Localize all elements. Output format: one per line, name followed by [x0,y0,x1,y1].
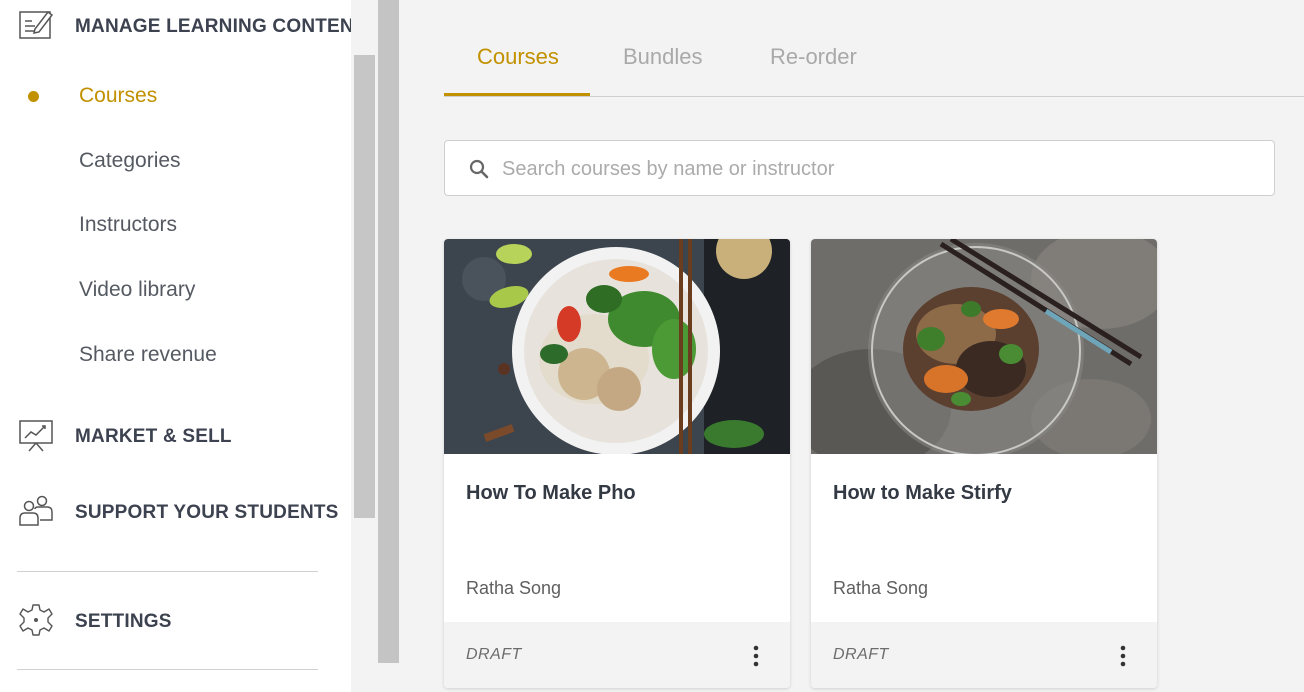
course-title[interactable]: How to Make Stirfy [833,482,1012,505]
sidebar: MANAGE LEARNING CONTENT Courses Categori… [0,0,365,692]
sidebar-item-share-revenue[interactable]: Share revenue [0,335,351,375]
sidebar-item-label: Categories [79,149,181,172]
sidebar-item-label: Instructors [79,213,178,236]
gear-icon [19,604,53,636]
section-label: SUPPORT YOUR STUDENTS [75,502,339,523]
section-manage-learning-content[interactable]: MANAGE LEARNING CONTENT [0,8,365,44]
course-card[interactable]: How To Make Pho Ratha Song DRAFT [444,239,790,688]
section-label: SETTINGS [75,611,172,632]
sidebar-divider [17,669,318,670]
content-divider [378,0,399,663]
sidebar-item-instructors[interactable]: Instructors [0,205,351,245]
pho-bowl-photo [444,239,790,454]
status-badge: DRAFT [466,646,522,663]
sidebar-item-categories[interactable]: Categories [0,141,351,181]
active-indicator-dot [28,91,39,102]
tab-courses[interactable]: Courses [477,44,559,70]
course-card[interactable]: How to Make Stirfy Ratha Song DRAFT [811,239,1157,688]
course-card-footer: DRAFT [811,622,1157,688]
section-label: MANAGE LEARNING CONTENT [75,16,366,37]
course-title[interactable]: How To Make Pho [466,482,636,505]
sidebar-item-label: Courses [79,84,158,107]
tabs-divider [444,96,1304,97]
presentation-chart-icon [19,420,53,452]
more-options-icon[interactable] [1109,642,1137,670]
sidebar-item-video-library[interactable]: Video library [0,270,351,310]
course-card-footer: DRAFT [444,622,790,688]
status-badge: DRAFT [833,646,889,663]
course-instructor: Ratha Song [466,578,562,598]
search-input[interactable] [502,153,1242,185]
tab-re-order[interactable]: Re-order [770,44,857,70]
sidebar-item-label: Video library [79,278,196,301]
edit-document-icon [19,10,54,39]
sidebar-item-label: Share revenue [79,343,217,366]
more-options-icon[interactable] [742,642,770,670]
people-icon [19,495,53,526]
sidebar-divider [17,571,318,572]
section-support-your-students[interactable]: SUPPORT YOUR STUDENTS [0,494,351,530]
section-settings[interactable]: SETTINGS [0,603,351,639]
search-box [444,140,1275,196]
section-market-and-sell[interactable]: MARKET & SELL [0,418,351,454]
sidebar-item-courses[interactable]: Courses [0,76,351,116]
stirfry-plate-photo [811,239,1157,454]
sidebar-scrollbar-thumb[interactable] [354,55,375,518]
section-label: MARKET & SELL [75,426,232,447]
tab-bundles[interactable]: Bundles [623,44,703,70]
search-icon [469,159,489,179]
course-instructor: Ratha Song [833,578,929,598]
